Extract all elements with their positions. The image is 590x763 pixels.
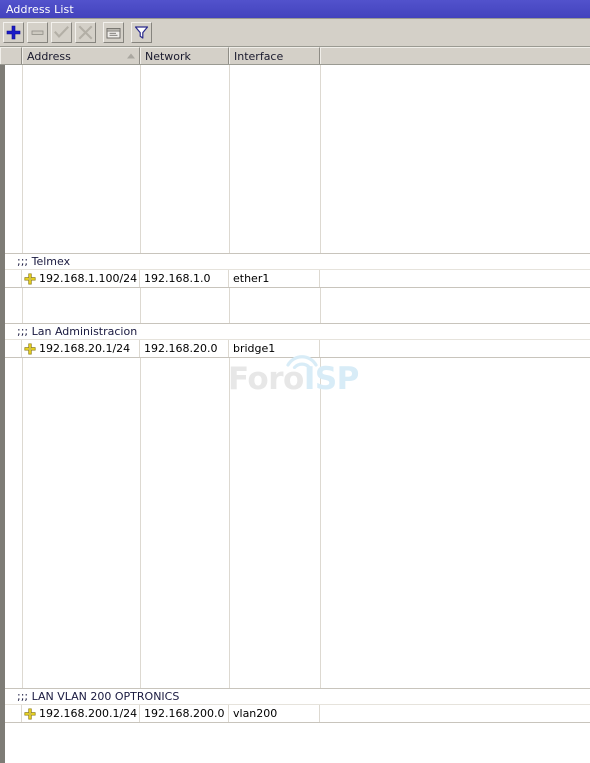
row-address-text: 192.168.1.100/24 [39, 272, 138, 285]
grid-line-interface [320, 65, 321, 253]
window-title: Address List [6, 2, 74, 16]
row-address-text: 192.168.200.1/24 [39, 707, 138, 720]
grid-line-network [229, 288, 230, 323]
empty-rows-region-top [0, 65, 590, 253]
row-address-cell[interactable]: 192.168.1.100/24 [22, 270, 140, 287]
static-address-icon [24, 272, 36, 284]
row-interface-text: bridge1 [233, 342, 276, 355]
sort-ascending-icon [127, 53, 135, 59]
remove-button[interactable] [27, 22, 48, 43]
address-list-window: Address List Address Network Interface ;… [0, 0, 590, 763]
column-header-filler[interactable] [320, 47, 590, 64]
disable-button[interactable] [75, 22, 96, 43]
group-comment-label: ;;; Lan Administracion [17, 324, 138, 338]
plus-icon [6, 25, 21, 40]
row-address-cell[interactable]: 192.168.20.1/24 [22, 340, 140, 357]
grid-line-address [140, 358, 141, 688]
row-interface-cell[interactable]: ether1 [229, 270, 320, 287]
address-table-body: ;;; Telmex 192.168.1.100/24 192.168.1.0 … [0, 65, 590, 763]
grid-line-interface [320, 288, 321, 323]
row-network-cell[interactable]: 192.168.1.0 [140, 270, 229, 287]
grid-line-gutter [22, 65, 23, 253]
column-header-network-label: Network [145, 49, 191, 63]
toolbar [0, 19, 590, 47]
grid-line-interface [320, 358, 321, 688]
table-row[interactable]: 192.168.200.1/24 192.168.200.0 vlan200 [0, 705, 590, 723]
column-header-address-label: Address [27, 49, 71, 63]
table-row[interactable]: 192.168.1.100/24 192.168.1.0 ether1 [0, 270, 590, 288]
static-address-icon [24, 342, 36, 354]
group-comment-row[interactable]: ;;; LAN VLAN 200 OPTRONICS [0, 688, 590, 705]
column-header-gutter[interactable] [0, 47, 22, 64]
column-header-interface-label: Interface [234, 49, 284, 63]
empty-rows-region-bottom [0, 723, 590, 750]
row-network-cell[interactable]: 192.168.20.0 [140, 340, 229, 357]
left-gutter-strip [0, 65, 5, 763]
minus-icon [31, 30, 44, 35]
row-interface-cell[interactable]: vlan200 [229, 705, 320, 722]
empty-rows-region-mid2 [0, 358, 590, 688]
enable-button[interactable] [51, 22, 72, 43]
grid-line-gutter [22, 288, 23, 323]
comment-icon [106, 27, 121, 38]
grid-line-address [140, 288, 141, 323]
row-filler-cell [320, 270, 590, 287]
static-address-icon [24, 707, 36, 719]
comment-button[interactable] [103, 22, 124, 43]
group-comment-row[interactable]: ;;; Lan Administracion [0, 323, 590, 340]
table-column-headers: Address Network Interface [0, 47, 590, 65]
row-address-cell[interactable]: 192.168.200.1/24 [22, 705, 140, 722]
row-network-text: 192.168.200.0 [144, 707, 225, 720]
check-icon [54, 26, 69, 39]
column-header-network[interactable]: Network [140, 47, 229, 64]
add-button[interactable] [3, 22, 24, 43]
filter-button[interactable] [131, 22, 152, 43]
window-titlebar: Address List [0, 0, 590, 19]
row-filler-cell [320, 705, 590, 722]
group-comment-label: ;;; Telmex [17, 254, 71, 268]
grid-line-network [229, 65, 230, 253]
grid-empty-area [0, 750, 590, 763]
cross-icon [78, 25, 93, 40]
group-comment-label: ;;; LAN VLAN 200 OPTRONICS [17, 689, 180, 703]
funnel-icon [134, 26, 149, 39]
empty-rows-region-mid1 [0, 288, 590, 323]
row-network-cell[interactable]: 192.168.200.0 [140, 705, 229, 722]
row-network-text: 192.168.1.0 [144, 272, 211, 285]
table-row[interactable]: 192.168.20.1/24 192.168.20.0 bridge1 [0, 340, 590, 358]
grid-line-network [229, 358, 230, 688]
row-interface-cell[interactable]: bridge1 [229, 340, 320, 357]
row-network-text: 192.168.20.0 [144, 342, 218, 355]
row-interface-text: ether1 [233, 272, 270, 285]
column-header-address[interactable]: Address [22, 47, 140, 64]
grid-line-gutter [22, 358, 23, 688]
column-header-interface[interactable]: Interface [229, 47, 320, 64]
grid-line-address [140, 65, 141, 253]
row-address-text: 192.168.20.1/24 [39, 342, 131, 355]
group-comment-row[interactable]: ;;; Telmex [0, 253, 590, 270]
row-interface-text: vlan200 [233, 707, 278, 720]
row-filler-cell [320, 340, 590, 357]
